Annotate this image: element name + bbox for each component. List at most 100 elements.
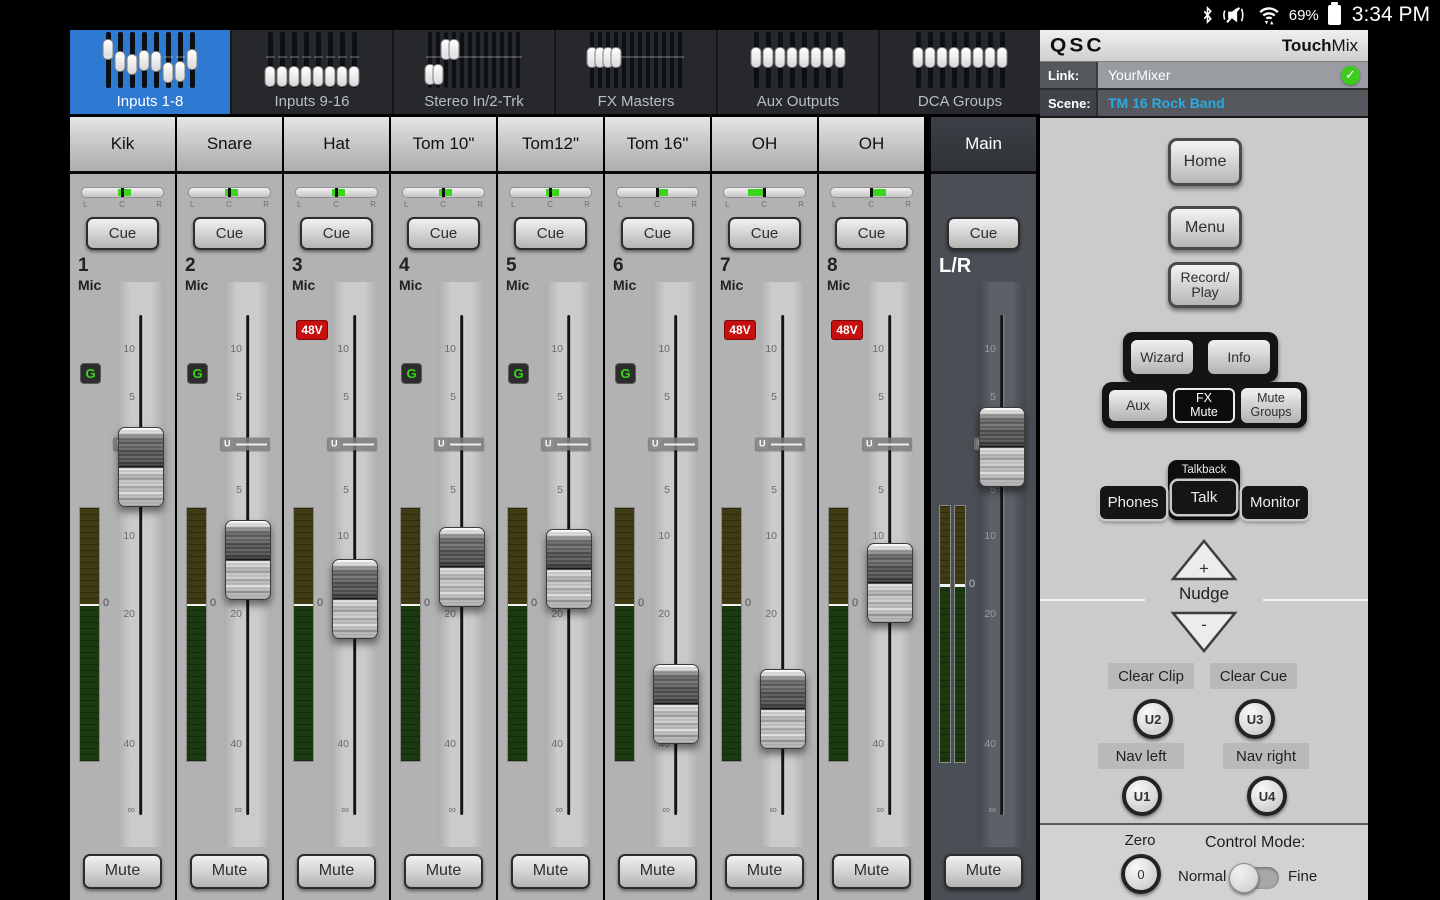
tab-stereo-in-2-trk[interactable]: Stereo In/2-Trk [394,30,556,114]
cue-button[interactable]: Cue [514,217,587,250]
fader-knob[interactable] [118,427,164,507]
fader-scale-label: 5 [878,391,884,403]
cue-button[interactable]: Cue [621,217,694,250]
mini-fader-knob [997,47,1008,68]
channel-name-button[interactable]: Tom12" [498,117,603,174]
link-row: Link: YourMixer ✓ [1040,62,1368,90]
pan-label-right: R [477,200,483,209]
fader-track[interactable]: 1055102040∞U [224,315,271,815]
cue-button[interactable]: Cue [947,217,1020,250]
fader-track[interactable]: 1055102040∞U [759,315,806,815]
monitor-button[interactable]: Monitor [1242,486,1308,519]
aux-button[interactable]: Aux [1109,390,1167,421]
cue-button[interactable]: Cue [193,217,266,250]
fader-knob[interactable] [332,559,378,639]
tab-inputs-1-8[interactable]: Inputs 1-8 [70,30,232,114]
fader-knob[interactable] [979,407,1025,487]
fader-scale-label: 5 [450,391,456,403]
mute-button[interactable]: Mute [832,854,911,889]
pan-indicator[interactable] [830,187,913,198]
mute-button[interactable]: Mute [618,854,697,889]
fader-track[interactable]: 1055102040∞U [545,315,592,815]
mini-fader-track [460,32,464,88]
tab-inputs-9-16[interactable]: Inputs 9-16 [232,30,394,114]
pan-indicator[interactable] [81,187,164,198]
nav-right-label[interactable]: Nav right [1223,743,1309,769]
fader-track[interactable]: 1055102040∞U [331,315,378,815]
main-name-button[interactable]: Main [931,117,1036,174]
main-strip: MainCueL/R1055102040∞U0Mute [931,117,1036,900]
nudge-up-button[interactable]: + [1170,538,1238,582]
pan-indicator[interactable] [295,187,378,198]
cue-button[interactable]: Cue [835,217,908,250]
menu-button[interactable]: Menu [1168,206,1242,250]
pan-indicator[interactable] [402,187,485,198]
wizard-button[interactable]: Wizard [1131,340,1193,374]
fader-track[interactable]: 1055102040∞U [866,315,913,815]
nudge-down-button[interactable]: - [1170,610,1238,654]
talk-button[interactable]: Talk [1172,481,1236,514]
fader-knob[interactable] [653,664,699,744]
fader-knob[interactable] [760,669,806,749]
cue-button[interactable]: Cue [86,217,159,250]
home-button[interactable]: Home [1168,138,1242,186]
channel-name-button[interactable]: Kik [70,117,175,174]
zero-button[interactable]: 0 [1121,854,1161,894]
fader-scale-label: 20 [765,608,777,620]
fader-track[interactable]: 1055102040∞U [978,315,1025,815]
tab-aux-outputs[interactable]: Aux Outputs [718,30,880,114]
cue-button[interactable]: Cue [300,217,373,250]
mute-button[interactable]: Mute [190,854,269,889]
mute-button[interactable]: Mute [511,854,590,889]
mute-button[interactable]: Mute [297,854,376,889]
fader-track[interactable]: 1055102040∞U [438,315,485,815]
mute-button[interactable]: Mute [404,854,483,889]
cue-button[interactable]: Cue [728,217,801,250]
mini-fader-track [452,32,456,88]
fader-knob[interactable] [439,527,485,607]
mute-button[interactable]: Mute [83,854,162,889]
record-play-button[interactable]: Record/ Play [1168,262,1242,308]
cue-button[interactable]: Cue [407,217,480,250]
clear-clip-label[interactable]: Clear Clip [1108,663,1194,689]
user-button-u4[interactable]: U4 [1247,776,1287,816]
bottom-divider [1040,823,1368,825]
pan-indicator[interactable] [188,187,271,198]
clear-cue-label[interactable]: Clear Cue [1210,663,1297,689]
fader-track[interactable]: 1055102040∞U [652,315,699,815]
channel-name-button[interactable]: Tom 10" [391,117,496,174]
product-name: TouchMix [1282,36,1358,56]
mini-fader-knob [349,66,360,87]
fader-knob[interactable] [867,543,913,623]
user-button-u2[interactable]: U2 [1133,699,1173,739]
pan-position [748,189,763,196]
channel-name-button[interactable]: Snare [177,117,282,174]
control-mode-normal-label: Normal [1178,868,1226,885]
info-button[interactable]: Info [1208,340,1270,374]
channel-name-button[interactable]: OH [712,117,817,174]
user-button-u1[interactable]: U1 [1122,776,1162,816]
tab-dca-groups[interactable]: DCA Groups [880,30,1040,114]
control-mode-toggle[interactable] [1233,867,1279,889]
nav-left-label[interactable]: Nav left [1098,743,1184,769]
pan-scale-labels: LCR [723,200,806,210]
fader-scale-label: ∞ [770,804,778,816]
mute-button[interactable]: Mute [944,854,1023,889]
channel-name-button[interactable]: Tom 16" [605,117,710,174]
fader-knob[interactable] [546,529,592,609]
mute-button[interactable]: Mute [725,854,804,889]
pan-indicator[interactable] [616,187,699,198]
channel-name-button[interactable]: Hat [284,117,389,174]
pan-indicator[interactable] [509,187,592,198]
user-button-u3[interactable]: U3 [1235,699,1275,739]
tab-fx-masters[interactable]: FX Masters [556,30,718,114]
pan-indicator[interactable] [723,187,806,198]
fader-track[interactable]: 1055102040∞U [117,315,164,815]
fader-column: 1055102040∞U [978,282,1025,847]
fx-mute-button[interactable]: FX Mute [1173,388,1235,423]
meter-zero-label: 0 [210,597,216,609]
channel-name-button[interactable]: OH [819,117,924,174]
fader-knob[interactable] [225,520,271,600]
mute-groups-button[interactable]: Mute Groups [1241,388,1301,423]
phones-button[interactable]: Phones [1100,486,1166,519]
